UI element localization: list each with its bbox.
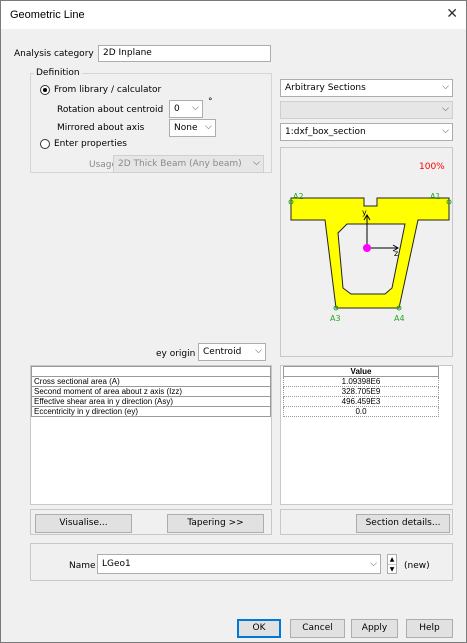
- table-row[interactable]: Cross sectional area (A): [31, 376, 271, 387]
- section-details-button[interactable]: Section details...: [356, 514, 450, 533]
- chevron-down-icon: ⌵: [255, 346, 262, 356]
- name-spinner[interactable]: ▲ ▼: [387, 554, 397, 574]
- ey-origin-select[interactable]: Centroid ⌵: [198, 343, 266, 361]
- cancel-button[interactable]: Cancel: [290, 619, 345, 638]
- property-name-cell: Second moment of area about z axis (Izz): [31, 386, 271, 397]
- table-header-row: [31, 366, 271, 377]
- degree-symbol: °: [208, 97, 213, 107]
- title-bar: Geometric Line ✕: [1, 1, 466, 29]
- y-axis-label: y: [362, 208, 367, 217]
- close-icon[interactable]: ✕: [446, 6, 458, 22]
- table-header-row: Value: [283, 366, 439, 377]
- table-row[interactable]: 1.09398E6: [283, 376, 439, 387]
- mirrored-value: None: [174, 123, 198, 133]
- centroid-marker: [363, 244, 371, 252]
- table-header-cell: [31, 366, 271, 377]
- section-name-select[interactable]: 1:dxf_box_section ⌵: [280, 123, 453, 141]
- table-row[interactable]: Second moment of area about z axis (Izz): [31, 386, 271, 397]
- section-shape: [290, 197, 450, 309]
- rotation-select[interactable]: 0 ⌵: [169, 100, 203, 118]
- section-preview: 100% A2 A1 A3 A4 y z: [280, 147, 453, 357]
- apply-button[interactable]: Apply: [351, 619, 398, 638]
- z-axis-label: z: [394, 249, 399, 258]
- property-value-cell[interactable]: 0.0: [283, 406, 439, 417]
- table-row[interactable]: Effective shear area in y direction (Asy…: [31, 396, 271, 407]
- section-type-select[interactable]: Arbitrary Sections ⌵: [280, 79, 453, 97]
- property-name-cell: Effective shear area in y direction (Asy…: [31, 396, 271, 407]
- section-name-value: 1:dxf_box_section: [285, 127, 366, 137]
- node-label-a2: A2: [293, 192, 304, 201]
- spin-down-icon[interactable]: ▼: [388, 565, 396, 574]
- chevron-down-icon: ⌵: [205, 122, 212, 132]
- property-value-cell[interactable]: 496.459E3: [283, 396, 439, 407]
- zoom-level: 100%: [419, 162, 445, 172]
- rotation-label: Rotation about centroid: [57, 105, 164, 115]
- rotation-value: 0: [174, 104, 180, 114]
- analysis-category-field: 2D Inplane: [98, 45, 271, 62]
- ey-origin-label: ey origin: [156, 349, 196, 359]
- from-library-radio[interactable]: [40, 85, 50, 95]
- from-library-label: From library / calculator: [54, 85, 162, 95]
- ok-button[interactable]: OK: [237, 619, 281, 638]
- enter-properties-label: Enter properties: [54, 139, 127, 149]
- chevron-down-icon: ⌵: [442, 104, 449, 114]
- definition-group-label: Definition: [34, 68, 82, 78]
- table-row[interactable]: 328.705E9: [283, 386, 439, 397]
- analysis-category-label: Analysis category: [14, 49, 94, 59]
- chevron-down-icon: ⌵: [253, 158, 260, 168]
- section-type-value: Arbitrary Sections: [285, 83, 366, 93]
- visualise-button[interactable]: Visualise...: [35, 514, 132, 533]
- section-drawing: [288, 197, 452, 311]
- help-button[interactable]: Help: [406, 619, 453, 638]
- analysis-category-value: 2D Inplane: [103, 48, 152, 58]
- usage-select[interactable]: 2D Thick Beam (Any beam) ⌵: [113, 155, 264, 173]
- name-status: (new): [404, 561, 430, 571]
- name-input[interactable]: LGeo1 ⌵: [97, 554, 381, 574]
- usage-value: 2D Thick Beam (Any beam): [118, 159, 242, 169]
- mirrored-select[interactable]: None ⌵: [169, 119, 216, 137]
- chevron-down-icon: ⌵: [442, 126, 449, 136]
- table-row[interactable]: 496.459E3: [283, 396, 439, 407]
- window-title: Geometric Line: [10, 9, 85, 21]
- enter-properties-radio[interactable]: [40, 139, 50, 149]
- property-values-table: Value 1.09398E6 328.705E9 496.459E3 0.0: [283, 366, 439, 417]
- spin-up-icon[interactable]: ▲: [388, 555, 396, 565]
- name-label: Name: [69, 561, 96, 571]
- node-label-a3: A3: [330, 314, 341, 323]
- table-row[interactable]: 0.0: [283, 406, 439, 417]
- tapering-button[interactable]: Tapering >>: [167, 514, 264, 533]
- chevron-down-icon: ⌵: [192, 103, 199, 113]
- chevron-down-icon: ⌵: [442, 82, 449, 92]
- property-value-cell[interactable]: 328.705E9: [283, 386, 439, 397]
- mirrored-label: Mirrored about axis: [57, 123, 145, 133]
- property-name-cell: Eccentricity in y direction (ey): [31, 406, 271, 417]
- geometric-line-dialog: Geometric Line ✕ Analysis category 2D In…: [0, 0, 467, 643]
- property-names-table: Cross sectional area (A) Second moment o…: [31, 366, 271, 417]
- node-label-a4: A4: [394, 314, 405, 323]
- chevron-down-icon: ⌵: [370, 559, 377, 569]
- property-value-cell[interactable]: 1.09398E6: [283, 376, 439, 387]
- name-value: LGeo1: [102, 559, 131, 569]
- property-name-cell: Cross sectional area (A): [31, 376, 271, 387]
- value-header: Value: [283, 366, 439, 377]
- table-row[interactable]: Eccentricity in y direction (ey): [31, 406, 271, 417]
- ey-origin-value: Centroid: [203, 347, 242, 357]
- node-label-a1: A1: [430, 192, 441, 201]
- section-subtype-select[interactable]: ⌵: [280, 101, 453, 119]
